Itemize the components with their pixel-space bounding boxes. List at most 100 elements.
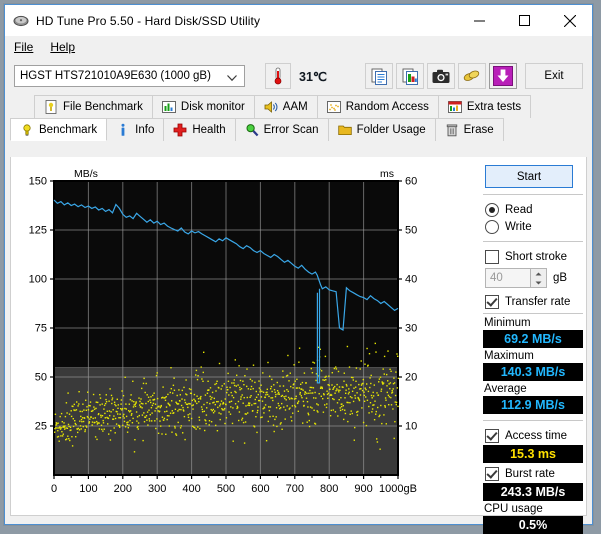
- close-button[interactable]: [547, 5, 592, 36]
- access-time-label: Access time: [505, 430, 567, 442]
- tab-label: Benchmark: [39, 124, 97, 136]
- tab-erase[interactable]: Erase: [435, 118, 504, 141]
- tab-label: Disk monitor: [181, 101, 245, 113]
- tab-label: Extra tests: [467, 101, 521, 113]
- svg-text:300: 300: [148, 483, 166, 495]
- svg-text:10: 10: [405, 421, 417, 433]
- options-button[interactable]: [458, 63, 486, 89]
- tab-disk-monitor[interactable]: Disk monitor: [152, 95, 255, 118]
- start-label: Start: [517, 171, 541, 183]
- speaker-icon: [264, 100, 278, 114]
- radio-write-label: Write: [505, 221, 532, 233]
- tab-label: Random Access: [346, 101, 429, 113]
- divider: [483, 194, 583, 195]
- svg-text:400: 400: [182, 483, 200, 495]
- checkbox-access-time[interactable]: Access time: [483, 427, 583, 444]
- radio-write-icon: [485, 220, 499, 234]
- checkbox-burst-rate[interactable]: Burst rate: [483, 465, 583, 482]
- stepper-buttons[interactable]: [530, 269, 546, 287]
- start-button[interactable]: Start: [485, 165, 573, 188]
- exit-button[interactable]: Exit: [525, 63, 583, 89]
- tab-random-access[interactable]: Random Access: [317, 95, 439, 118]
- tab-info[interactable]: Info: [106, 118, 164, 141]
- radio-write[interactable]: Write: [483, 218, 583, 235]
- temperature-value: 31℃: [299, 69, 327, 84]
- magnifier-icon: [245, 123, 259, 137]
- toolbar: HGST HTS721010A9E630 (1000 gB) 31℃: [5, 57, 592, 95]
- tab-label: Error Scan: [264, 124, 319, 136]
- svg-text:700: 700: [286, 483, 304, 495]
- svg-text:ms: ms: [380, 168, 394, 180]
- thermometer-icon: [265, 63, 291, 89]
- svg-text:50: 50: [35, 372, 47, 384]
- title-bar: HD Tune Pro 5.50 - Hard Disk/SSD Utility: [5, 5, 592, 36]
- minimize-button[interactable]: [457, 5, 502, 36]
- svg-text:100: 100: [79, 483, 97, 495]
- menu-item-help[interactable]: Help: [50, 40, 75, 54]
- tab-label: Health: [192, 124, 225, 136]
- svg-text:40: 40: [405, 274, 417, 286]
- bulb-icon: [20, 123, 34, 137]
- access-time-value: 15.3 ms: [483, 445, 583, 463]
- short-stroke-unit: gB: [553, 272, 567, 284]
- cpu-usage-value: 0.5%: [483, 516, 583, 534]
- svg-text:25: 25: [35, 421, 47, 433]
- svg-text:30: 30: [405, 323, 417, 335]
- svg-text:100: 100: [29, 274, 47, 286]
- checkbox-transfer-rate[interactable]: Transfer rate: [483, 293, 583, 310]
- short-stroke-row: 40 gB: [483, 268, 583, 288]
- minimum-label: Minimum: [483, 317, 583, 329]
- radio-read-label: Read: [505, 204, 533, 216]
- tab-bar: File Benchmark Disk monitor AAM Random A…: [10, 95, 587, 141]
- menu-help-label: Help: [50, 40, 75, 54]
- divider: [483, 420, 583, 421]
- tab-label: Folder Usage: [357, 124, 426, 136]
- tab-aam[interactable]: AAM: [254, 95, 318, 118]
- exit-label: Exit: [544, 70, 563, 82]
- tab-file-benchmark[interactable]: File Benchmark: [34, 95, 153, 118]
- svg-text:600: 600: [251, 483, 269, 495]
- tab-error-scan[interactable]: Error Scan: [235, 118, 329, 141]
- window-controls: [457, 5, 592, 36]
- tab-benchmark[interactable]: Benchmark: [10, 118, 107, 141]
- svg-text:500: 500: [217, 483, 235, 495]
- svg-text:800: 800: [320, 483, 338, 495]
- short-stroke-stepper[interactable]: 40: [485, 268, 547, 288]
- menu-item-file[interactable]: File: [14, 40, 33, 54]
- svg-text:1000gB: 1000gB: [379, 483, 417, 495]
- tab-label: Erase: [464, 124, 494, 136]
- average-label: Average: [483, 383, 583, 395]
- tab-health[interactable]: Health: [163, 118, 235, 141]
- chevron-down-icon: [227, 73, 237, 85]
- window-title: HD Tune Pro 5.50 - Hard Disk/SSD Utility: [36, 14, 260, 28]
- folder-icon: [338, 123, 352, 137]
- divider: [483, 241, 583, 242]
- checkbox-short-stroke[interactable]: Short stroke: [483, 248, 583, 265]
- tab-row-top: File Benchmark Disk monitor AAM Random A…: [34, 95, 530, 118]
- screenshot-button[interactable]: [427, 63, 455, 89]
- toolbar-buttons: [365, 63, 517, 89]
- tab-label: Info: [135, 124, 154, 136]
- tab-extra-tests[interactable]: Extra tests: [438, 95, 531, 118]
- copy-image-button[interactable]: [396, 63, 424, 89]
- app-window: HD Tune Pro 5.50 - Hard Disk/SSD Utility…: [4, 4, 593, 525]
- short-stroke-label: Short stroke: [505, 251, 567, 263]
- radio-read[interactable]: Read: [483, 201, 583, 218]
- checkbox-access-time-icon: [485, 429, 499, 443]
- svg-text:0: 0: [51, 483, 57, 495]
- copy-text-button[interactable]: [365, 63, 393, 89]
- download-button[interactable]: [489, 63, 517, 89]
- radio-read-icon: [485, 203, 499, 217]
- extra-tests-icon: [448, 100, 462, 114]
- maximize-button[interactable]: [502, 5, 547, 36]
- svg-text:MB/s: MB/s: [74, 168, 98, 180]
- benchmark-chart: 2550751001251501020304050600100200300400…: [16, 163, 471, 508]
- trash-icon: [445, 123, 459, 137]
- bar-chart-icon: [162, 100, 176, 114]
- menu-bar: File Help: [5, 36, 592, 57]
- svg-text:75: 75: [35, 323, 47, 335]
- tab-folder-usage[interactable]: Folder Usage: [328, 118, 436, 141]
- harddisk-icon: [13, 13, 29, 29]
- drive-select[interactable]: HGST HTS721010A9E630 (1000 gB): [14, 65, 245, 87]
- results-panel: Start Read Write Short stroke 40: [483, 163, 583, 534]
